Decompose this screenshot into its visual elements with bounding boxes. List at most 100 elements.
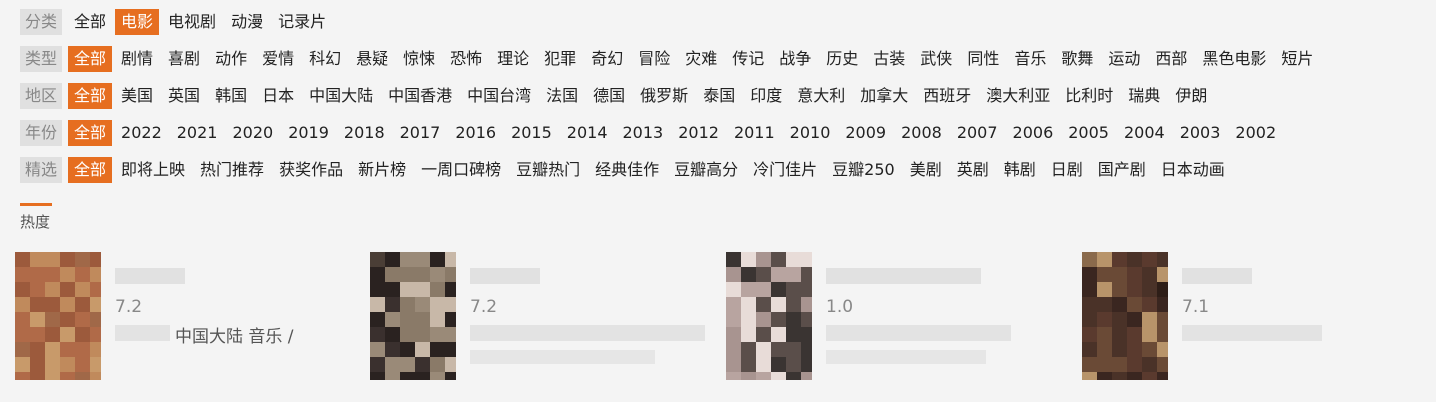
filter-option[interactable]: 2022 bbox=[115, 120, 168, 146]
filter-option[interactable]: 动漫 bbox=[225, 9, 269, 35]
filter-option[interactable]: 美国 bbox=[115, 83, 159, 109]
filter-option[interactable]: 2006 bbox=[1007, 120, 1060, 146]
sort-hot-label[interactable]: 热度 bbox=[20, 211, 52, 232]
filter-option[interactable]: 2002 bbox=[1229, 120, 1282, 146]
filter-option[interactable]: 全部 bbox=[68, 119, 113, 146]
filter-option[interactable]: 电影 bbox=[115, 8, 160, 35]
filter-option[interactable]: 理论 bbox=[491, 46, 535, 72]
filter-option[interactable]: 西班牙 bbox=[917, 83, 977, 109]
filter-option[interactable]: 2018 bbox=[338, 120, 391, 146]
filter-option[interactable]: 一周口碑榜 bbox=[415, 157, 507, 183]
filter-option[interactable]: 2003 bbox=[1174, 120, 1227, 146]
filter-option[interactable]: 冷门佳片 bbox=[747, 157, 823, 183]
filter-option[interactable]: 加拿大 bbox=[854, 83, 914, 109]
filter-option[interactable]: 2010 bbox=[784, 120, 837, 146]
filter-option[interactable]: 豆瓣高分 bbox=[668, 157, 744, 183]
filter-option[interactable]: 美剧 bbox=[904, 157, 948, 183]
poster-image[interactable] bbox=[726, 252, 812, 380]
filter-option[interactable]: 2004 bbox=[1118, 120, 1171, 146]
filter-option[interactable]: 法国 bbox=[540, 83, 584, 109]
filter-option[interactable]: 科幻 bbox=[303, 46, 347, 72]
filter-option[interactable]: 瑞典 bbox=[1122, 83, 1166, 109]
filter-option[interactable]: 2013 bbox=[617, 120, 670, 146]
filter-option[interactable]: 经典佳作 bbox=[589, 157, 665, 183]
filter-option[interactable]: 战争 bbox=[773, 46, 817, 72]
filter-option[interactable]: 动作 bbox=[209, 46, 253, 72]
filter-option[interactable]: 2012 bbox=[672, 120, 725, 146]
filter-option[interactable]: 全部 bbox=[68, 45, 113, 72]
filter-option[interactable]: 德国 bbox=[587, 83, 631, 109]
filter-option[interactable]: 古装 bbox=[867, 46, 911, 72]
filter-option[interactable]: 国产剧 bbox=[1092, 157, 1152, 183]
filter-option[interactable]: 2015 bbox=[505, 120, 558, 146]
filter-option[interactable]: 运动 bbox=[1102, 46, 1146, 72]
filter-option[interactable]: 全部 bbox=[68, 156, 113, 183]
filter-option[interactable]: 2008 bbox=[895, 120, 948, 146]
filter-option[interactable]: 豆瓣250 bbox=[826, 157, 901, 183]
filter-option[interactable]: 全部 bbox=[68, 9, 112, 35]
movie-card[interactable]: 7.1 bbox=[1082, 252, 1427, 387]
filter-option[interactable]: 爱情 bbox=[256, 46, 300, 72]
filter-option[interactable]: 中国香港 bbox=[382, 83, 458, 109]
filter-option[interactable]: 黑色电影 bbox=[1196, 46, 1272, 72]
filter-option[interactable]: 2016 bbox=[449, 120, 502, 146]
poster-image[interactable] bbox=[1082, 252, 1168, 380]
filter-option[interactable]: 传记 bbox=[726, 46, 770, 72]
filter-option[interactable]: 全部 bbox=[68, 82, 113, 109]
filter-option[interactable]: 新片榜 bbox=[352, 157, 412, 183]
filter-option[interactable]: 英国 bbox=[162, 83, 206, 109]
filter-option[interactable]: 日本 bbox=[256, 83, 300, 109]
filter-option[interactable]: 英剧 bbox=[951, 157, 995, 183]
filter-option[interactable]: 获奖作品 bbox=[273, 157, 349, 183]
filter-option[interactable]: 中国台湾 bbox=[461, 83, 537, 109]
filter-option[interactable]: 澳大利亚 bbox=[980, 83, 1056, 109]
filter-option[interactable]: 历史 bbox=[820, 46, 864, 72]
filter-option[interactable]: 中国大陆 bbox=[303, 83, 379, 109]
filter-option[interactable]: 同性 bbox=[961, 46, 1005, 72]
filter-option[interactable]: 短片 bbox=[1275, 46, 1319, 72]
filter-option[interactable]: 歌舞 bbox=[1055, 46, 1099, 72]
filter-option[interactable]: 2019 bbox=[282, 120, 335, 146]
filter-option[interactable]: 喜剧 bbox=[162, 46, 206, 72]
filter-option[interactable]: 冒险 bbox=[632, 46, 676, 72]
filter-option[interactable]: 比利时 bbox=[1059, 83, 1119, 109]
filter-option[interactable]: 2014 bbox=[561, 120, 614, 146]
filter-option[interactable]: 热门推荐 bbox=[194, 157, 270, 183]
filter-option[interactable]: 2017 bbox=[394, 120, 447, 146]
filter-option[interactable]: 2009 bbox=[839, 120, 892, 146]
filter-option[interactable]: 即将上映 bbox=[115, 157, 191, 183]
filter-option[interactable]: 犯罪 bbox=[538, 46, 582, 72]
movie-card[interactable]: 7.2 bbox=[370, 252, 715, 387]
filter-option[interactable]: 惊悚 bbox=[397, 46, 441, 72]
poster-image[interactable] bbox=[15, 252, 101, 380]
filter-option[interactable]: 意大利 bbox=[791, 83, 851, 109]
filter-option[interactable]: 西部 bbox=[1149, 46, 1193, 72]
filter-option[interactable]: 印度 bbox=[744, 83, 788, 109]
filter-option[interactable]: 泰国 bbox=[697, 83, 741, 109]
filter-option[interactable]: 韩国 bbox=[209, 83, 253, 109]
sort-bar[interactable]: 热度 bbox=[20, 203, 52, 232]
filter-option[interactable]: 剧情 bbox=[115, 46, 159, 72]
filter-option[interactable]: 电视剧 bbox=[162, 9, 222, 35]
filter-option[interactable]: 奇幻 bbox=[585, 46, 629, 72]
filter-option[interactable]: 2007 bbox=[951, 120, 1004, 146]
filter-option[interactable]: 武侠 bbox=[914, 46, 958, 72]
filter-option[interactable]: 日剧 bbox=[1045, 157, 1089, 183]
filter-option[interactable]: 日本动画 bbox=[1155, 157, 1231, 183]
movie-card[interactable]: 7.2 中国大陆 音乐 / bbox=[15, 252, 360, 387]
filter-option[interactable]: 悬疑 bbox=[350, 46, 394, 72]
filter-option[interactable]: 豆瓣热门 bbox=[510, 157, 586, 183]
filter-option[interactable]: 2021 bbox=[171, 120, 224, 146]
filter-option[interactable]: 伊朗 bbox=[1169, 83, 1213, 109]
filter-option[interactable]: 2005 bbox=[1062, 120, 1115, 146]
filter-option[interactable]: 灾难 bbox=[679, 46, 723, 72]
filter-option[interactable]: 记录片 bbox=[272, 9, 332, 35]
filter-option[interactable]: 韩剧 bbox=[998, 157, 1042, 183]
poster-image[interactable] bbox=[370, 252, 456, 380]
filter-option[interactable]: 音乐 bbox=[1008, 46, 1052, 72]
movie-card[interactable]: 1.0 bbox=[726, 252, 1071, 387]
filter-option[interactable]: 2011 bbox=[728, 120, 781, 146]
filter-option[interactable]: 俄罗斯 bbox=[634, 83, 694, 109]
filter-option[interactable]: 恐怖 bbox=[444, 46, 488, 72]
filter-option[interactable]: 2020 bbox=[226, 120, 279, 146]
